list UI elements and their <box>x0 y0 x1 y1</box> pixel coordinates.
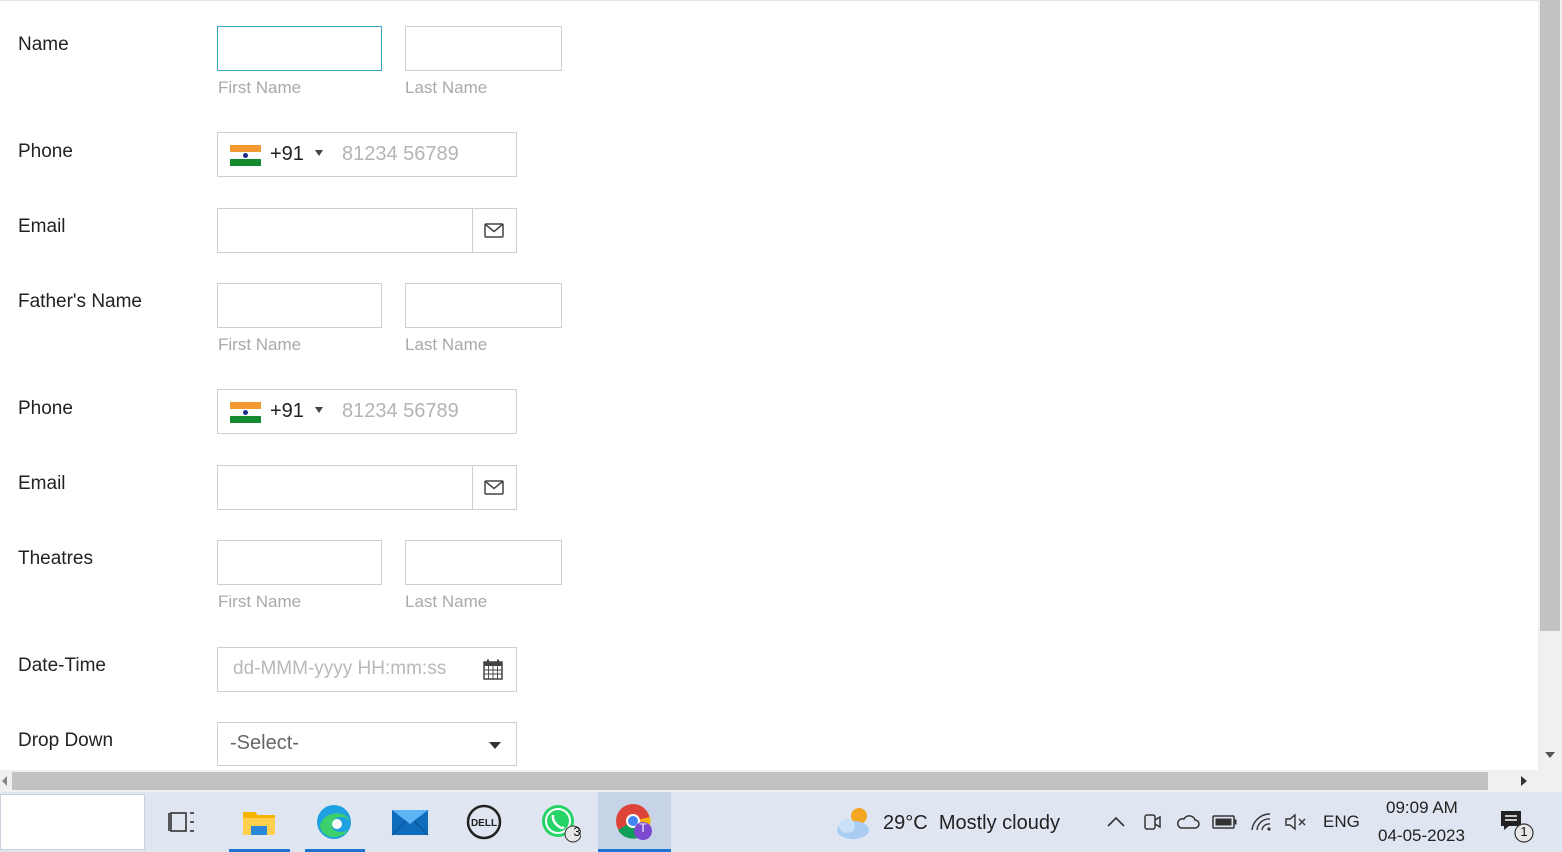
file-explorer-icon[interactable] <box>237 800 281 844</box>
weather-text[interactable]: 29°C Mostly cloudy <box>883 812 1060 835</box>
phone-label: Phone <box>18 141 73 162</box>
chevron-down-icon[interactable] <box>315 407 323 413</box>
vertical-scroll-thumb[interactable] <box>1540 0 1560 631</box>
india-flag-icon[interactable] <box>230 402 261 423</box>
country-code[interactable]: +91 <box>270 400 304 423</box>
envelope-icon <box>484 223 504 238</box>
email-label-2: Email <box>18 473 66 494</box>
speaker-muted-icon[interactable] <box>1284 812 1308 832</box>
email-field-2[interactable] <box>217 465 517 510</box>
envelope-icon <box>484 480 504 495</box>
name-last-caption: Last Name <box>405 78 488 97</box>
clock-time[interactable]: 09:09 AM <box>1386 798 1458 818</box>
task-view-icon[interactable] <box>160 800 204 844</box>
mail-icon[interactable] <box>388 800 432 844</box>
theatres-first-caption: First Name <box>218 592 302 611</box>
wifi-icon[interactable] <box>1250 812 1272 832</box>
horizontal-scrollbar[interactable] <box>0 770 1538 792</box>
datetime-label: Date-Time <box>18 655 106 676</box>
chevron-down-icon[interactable] <box>489 742 501 749</box>
chevron-up-icon[interactable] <box>1106 816 1126 828</box>
phone-placeholder: 81234 56789 <box>342 400 459 422</box>
name-last-input[interactable] <box>405 26 562 71</box>
father-last-input[interactable] <box>405 283 562 328</box>
windows-taskbar: DELL 3 T 29°C Mostly cloudy ENG 09:09 AM… <box>0 792 1562 852</box>
notification-badge: 1 <box>1520 824 1528 839</box>
name-first-caption: First Name <box>218 78 302 97</box>
calendar-icon[interactable] <box>483 659 503 680</box>
father-first-caption: First Name <box>218 335 302 354</box>
dropdown-label: Drop Down <box>18 730 114 751</box>
onedrive-cloud-icon[interactable] <box>1176 813 1200 831</box>
scroll-left-icon[interactable] <box>2 776 7 786</box>
theatres-last-input[interactable] <box>405 540 562 585</box>
father-last-caption: Last Name <box>405 335 488 354</box>
form-page: Name First Name Last Name Phone +91 8123… <box>0 0 1538 770</box>
theatres-first-input[interactable] <box>217 540 382 585</box>
father-name-label: Father's Name <box>18 291 143 312</box>
india-flag-icon[interactable] <box>230 145 261 166</box>
email-field[interactable] <box>217 208 517 253</box>
email-label: Email <box>18 216 66 237</box>
weather-cloudy-icon[interactable] <box>833 802 877 846</box>
vertical-scrollbar[interactable] <box>1538 0 1562 770</box>
battery-icon[interactable] <box>1212 814 1238 830</box>
theatres-last-caption: Last Name <box>405 592 488 611</box>
edge-browser-icon[interactable] <box>312 800 356 844</box>
scrollbar-corner <box>1538 770 1562 792</box>
weather-temperature: 29°C <box>883 812 928 834</box>
dropdown-select[interactable]: -Select- <box>217 722 517 766</box>
weather-condition: Mostly cloudy <box>938 812 1060 834</box>
clock-date[interactable]: 04-05-2023 <box>1378 826 1465 846</box>
taskbar-search-box[interactable] <box>0 794 145 850</box>
name-label: Name <box>18 34 69 55</box>
chrome-profile-initial: T <box>639 821 647 835</box>
scroll-right-icon[interactable] <box>1521 776 1527 786</box>
name-first-input[interactable] <box>217 26 382 71</box>
dell-icon[interactable]: DELL <box>462 800 506 844</box>
country-code[interactable]: +91 <box>270 143 304 166</box>
chevron-down-icon[interactable] <box>315 150 323 156</box>
whatsapp-badge: 3 <box>573 824 581 839</box>
meet-camera-icon[interactable] <box>1142 812 1162 832</box>
phone-field-2[interactable]: +91 81234 56789 <box>217 389 517 434</box>
scroll-down-icon[interactable] <box>1545 752 1555 758</box>
phone-label-2: Phone <box>18 398 73 419</box>
theatres-label: Theatres <box>18 548 93 569</box>
horizontal-scroll-thumb[interactable] <box>12 772 1488 790</box>
svg-text:DELL: DELL <box>471 818 497 829</box>
phone-field[interactable]: +91 81234 56789 <box>217 132 517 177</box>
phone-placeholder: 81234 56789 <box>342 143 459 165</box>
father-first-input[interactable] <box>217 283 382 328</box>
datetime-input[interactable]: dd-MMM-yyyy HH:mm:ss <box>217 647 517 692</box>
dropdown-selected-value: -Select- <box>230 732 299 754</box>
datetime-placeholder: dd-MMM-yyyy HH:mm:ss <box>233 658 447 679</box>
language-indicator[interactable]: ENG <box>1323 812 1360 832</box>
